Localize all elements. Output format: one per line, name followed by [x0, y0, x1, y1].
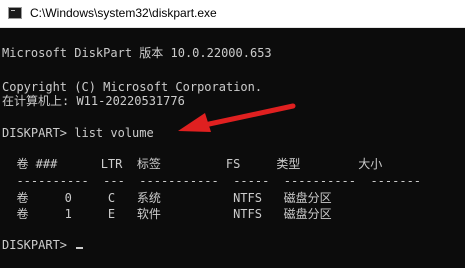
console-output[interactable]: Microsoft DiskPart 版本 10.0.22000.653 Cop…: [0, 28, 465, 268]
window-title: C:\Windows\system32\diskpart.exe: [30, 6, 217, 20]
command-line: DISKPART> list volume: [2, 126, 154, 140]
input-line[interactable]: DISKPART>: [2, 238, 84, 252]
prompt-text: DISKPART>: [2, 238, 75, 252]
copyright-line: Copyright (C) Microsoft Corporation.: [2, 80, 263, 94]
text-cursor: [76, 247, 84, 249]
table-row: 卷 1 E 软件 NTFS 磁盘分区: [2, 207, 332, 221]
diskpart-window: C:\Windows\system32\diskpart.exe Microso…: [0, 0, 465, 268]
computer-line: 在计算机上: W11-20220531776: [2, 94, 185, 108]
title-bar[interactable]: C:\Windows\system32\diskpart.exe: [0, 0, 465, 28]
banner-line: Microsoft DiskPart 版本 10.0.22000.653: [2, 46, 272, 60]
console-icon: [8, 7, 22, 19]
table-header: 卷 ### LTR 标签 FS 类型 大小: [2, 157, 383, 171]
table-row: 卷 0 C 系统 NTFS 磁盘分区: [2, 191, 332, 205]
table-divider: ---------- --- ----------- ----- -------…: [2, 174, 422, 188]
